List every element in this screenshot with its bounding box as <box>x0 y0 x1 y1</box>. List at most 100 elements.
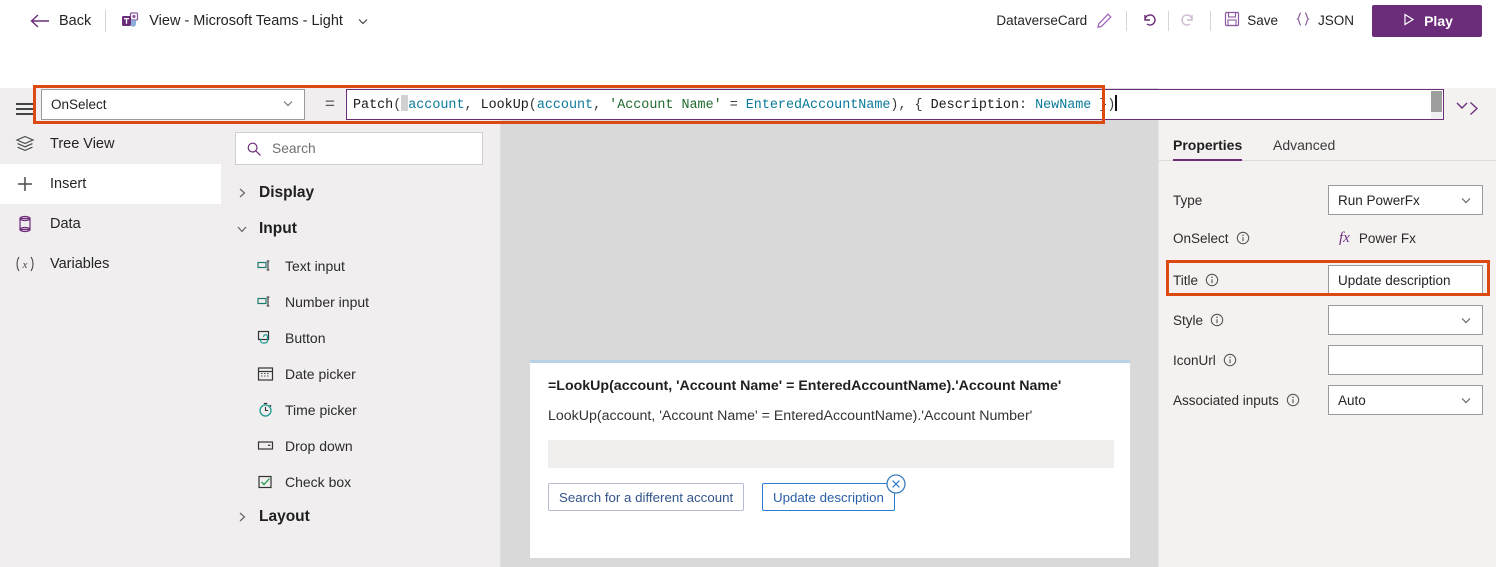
formula-input[interactable]: Patch(account, LookUp(account, 'Account … <box>346 89 1444 120</box>
formula-token: , <box>464 98 481 113</box>
plus-icon <box>14 173 36 195</box>
property-row-iconurl: IconUrl <box>1159 343 1496 377</box>
formula-token: = <box>721 98 746 113</box>
curly-braces-icon <box>1295 11 1311 30</box>
search-input[interactable]: Search <box>235 132 483 165</box>
dataverse-card[interactable]: =LookUp(account, 'Account Name' = Entere… <box>530 360 1130 558</box>
json-button[interactable]: JSON <box>1295 11 1354 30</box>
iconurl-input[interactable] <box>1328 345 1483 375</box>
associated-inputs-value: Auto <box>1338 392 1366 408</box>
insert-group-label: Input <box>259 220 297 237</box>
insert-item-text-input[interactable]: Text input <box>257 257 345 274</box>
insert-item-number-input[interactable]: Number input <box>257 293 369 310</box>
info-icon[interactable] <box>1205 273 1219 287</box>
toolbar-right-group: DataverseCard Save JSON Play <box>996 0 1496 41</box>
properties-panel: Button Properties Advanced Type Run Powe… <box>1158 88 1496 567</box>
insert-item-drop-down[interactable]: Drop down <box>257 437 353 454</box>
view-title: View - Microsoft Teams - Light <box>149 12 343 29</box>
property-select-value: OnSelect <box>51 97 107 112</box>
sidebar-item-variables[interactable]: x Variables <box>0 244 221 284</box>
property-row-style: Style <box>1159 303 1496 337</box>
formula-token: EnteredAccountName <box>745 98 891 113</box>
property-label-style: Style <box>1173 313 1224 328</box>
checkbox-icon <box>257 473 274 490</box>
sidebar-item-tree-view[interactable]: Tree View <box>0 124 221 164</box>
hamburger-menu-icon[interactable] <box>16 102 34 116</box>
title-input[interactable]: Update description <box>1328 265 1483 295</box>
formula-token: Patch <box>353 98 394 113</box>
insert-item-check-box[interactable]: Check box <box>257 473 351 490</box>
property-label-type: Type <box>1173 192 1203 208</box>
chevron-down-icon <box>1459 193 1473 207</box>
sidebar-item-data[interactable]: Data <box>0 204 221 244</box>
card-button-update-description[interactable]: Update description <box>762 483 895 511</box>
sidebar-item-label: Insert <box>50 176 87 192</box>
onselect-powerfx-button[interactable]: fx Power Fx <box>1339 230 1416 247</box>
insert-item-time-picker[interactable]: Time picker <box>257 401 357 418</box>
redo-icon[interactable] <box>1178 11 1197 30</box>
canvas-area[interactable]: = LookUp(account, 'Account Name' = Entere… <box>501 88 1158 567</box>
chevron-down-icon[interactable] <box>356 14 370 28</box>
formula-text-caret <box>1115 95 1117 111</box>
play-button[interactable]: Play <box>1372 4 1482 37</box>
toolbar-divider <box>1126 10 1128 31</box>
insert-group-layout[interactable]: Layout <box>235 508 310 526</box>
property-select[interactable]: OnSelect <box>41 89 305 120</box>
associated-inputs-select[interactable]: Auto <box>1328 385 1483 415</box>
tab-properties[interactable]: Properties <box>1173 128 1243 161</box>
left-rail: Tree View Insert Data x Variables <box>0 88 221 567</box>
insert-group-display[interactable]: Display <box>235 184 314 202</box>
info-icon[interactable] <box>1223 353 1237 367</box>
button-cursor-icon <box>257 329 274 346</box>
chevron-right-icon <box>235 186 249 200</box>
formula-expand-chevron-down-icon[interactable] <box>1452 95 1472 115</box>
formula-token: account <box>536 98 594 113</box>
card-text-input[interactable] <box>548 440 1114 468</box>
save-button[interactable]: Save <box>1224 11 1278 30</box>
formula-token: LookUp <box>480 98 529 113</box>
formula-token: , <box>593 98 610 113</box>
app-name-label: DataverseCard <box>996 13 1088 28</box>
view-selector[interactable]: View - Microsoft Teams - Light <box>120 11 370 31</box>
back-button[interactable]: Back <box>30 13 91 29</box>
property-label-text: Style <box>1173 312 1204 328</box>
equals-sign: = <box>325 94 335 113</box>
fx-icon: fx <box>1339 229 1350 246</box>
formula-scrollbar[interactable] <box>1431 91 1442 119</box>
undo-icon[interactable] <box>1140 11 1159 30</box>
insert-panel: Insert Search Display Input Text input N… <box>221 88 501 567</box>
formula-token: NewName <box>1035 98 1092 113</box>
circle-x-delete-icon[interactable] <box>885 473 907 495</box>
insert-item-label: Text input <box>285 257 345 274</box>
database-cylinder-icon <box>14 213 36 235</box>
insert-item-button[interactable]: Button <box>257 329 325 346</box>
info-icon[interactable] <box>1210 313 1224 327</box>
insert-group-label: Display <box>259 184 315 201</box>
toolbar-divider <box>105 9 107 32</box>
insert-item-label: Drop down <box>285 437 353 454</box>
formula-token: ( <box>528 98 537 113</box>
sidebar-item-insert[interactable]: Insert <box>0 164 221 204</box>
top-toolbar: Back View - Microsoft Teams - Light Data… <box>0 0 1496 41</box>
style-select[interactable] <box>1328 305 1483 335</box>
type-select[interactable]: Run PowerFx <box>1328 185 1483 215</box>
insert-group-input[interactable]: Input <box>235 220 297 238</box>
card-button-search-account[interactable]: Search for a different account <box>548 483 745 511</box>
insert-item-label: Time picker <box>285 401 357 418</box>
property-label-text: Title <box>1173 272 1199 288</box>
property-row-title: Title Update description <box>1159 263 1496 297</box>
chevron-right-icon <box>235 510 249 524</box>
chevron-down-icon <box>281 96 295 113</box>
formula-bar: OnSelect = Patch(account, LookUp(account… <box>0 41 1496 124</box>
insert-item-date-picker[interactable]: Date picker <box>257 365 356 382</box>
info-icon[interactable] <box>1236 231 1250 245</box>
calendar-icon <box>257 365 274 382</box>
chevron-down-icon <box>1459 313 1473 327</box>
formula-token: ), { <box>890 98 931 113</box>
chevron-down-icon <box>1459 393 1473 407</box>
sidebar-item-label: Variables <box>50 256 110 272</box>
pencil-edit-icon[interactable] <box>1096 12 1113 29</box>
tab-advanced[interactable]: Advanced <box>1273 128 1335 161</box>
sidebar-item-label: Tree View <box>50 136 115 152</box>
info-icon[interactable] <box>1286 393 1300 407</box>
